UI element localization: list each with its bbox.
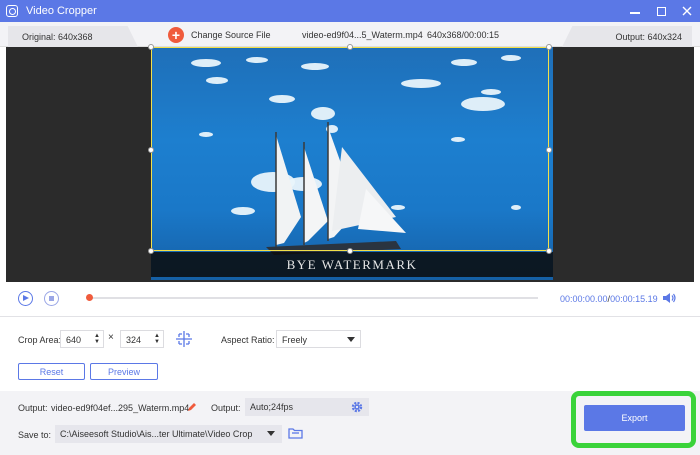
chevron-down-icon — [267, 431, 275, 436]
close-icon — [682, 6, 692, 16]
window-title: Video Cropper — [26, 5, 97, 17]
original-size-label: Original: 640x368 — [8, 26, 138, 47]
aspect-ratio-select[interactable]: Freely — [276, 330, 361, 348]
crop-handle-bottom-center[interactable] — [347, 248, 353, 254]
watermark-text: BYE WATERMARK — [286, 257, 418, 272]
watermark-bar: BYE WATERMARK — [151, 252, 553, 277]
title-bar: Video Cropper — [0, 0, 700, 22]
crop-area-label: Crop Area: — [18, 335, 62, 345]
timeline-playhead[interactable] — [86, 294, 93, 301]
crop-handle-bottom-left[interactable] — [148, 248, 154, 254]
crop-rectangle[interactable] — [151, 47, 549, 251]
reset-button[interactable]: Reset — [18, 363, 85, 380]
video-preview[interactable]: BYE WATERMARK — [6, 44, 694, 282]
minimize-icon — [630, 12, 640, 14]
output-filename: video-ed9f04ef...295_Waterm.mp4 — [51, 403, 190, 413]
output-filename-label: Output: — [18, 403, 48, 413]
timeline-track[interactable] — [88, 297, 538, 299]
current-time: 00:00:00.00 — [560, 294, 608, 304]
time-display: 00:00:00.00/00:00:15.19 — [560, 294, 658, 304]
crop-handle-middle-left[interactable] — [148, 147, 154, 153]
output-size-label: Output: 640x324 — [562, 26, 692, 47]
crop-width-input[interactable]: 640 ▲ ▼ — [60, 330, 104, 348]
divider — [0, 316, 700, 317]
crop-height-input[interactable]: 324 ▲ ▼ — [120, 330, 164, 348]
center-crop-icon[interactable] — [173, 328, 195, 350]
export-button[interactable]: Export — [584, 405, 685, 431]
maximize-button[interactable] — [654, 4, 668, 18]
save-path-select[interactable]: C:\Aiseesoft Studio\Ais...ter Ultimate\V… — [55, 425, 282, 443]
total-time: 00:00:15.19 — [610, 294, 658, 304]
folder-icon[interactable] — [288, 427, 303, 439]
crop-handle-top-right[interactable] — [546, 44, 552, 50]
minimize-button[interactable] — [628, 4, 642, 18]
stop-button[interactable] — [44, 291, 59, 306]
gear-icon[interactable] — [351, 401, 363, 413]
window-controls — [628, 0, 694, 22]
aspect-ratio-label: Aspect Ratio: — [221, 335, 275, 345]
source-filename: video-ed9f04...5_Waterm.mp4 — [302, 30, 423, 40]
output-format-value: Auto;24fps — [250, 402, 294, 412]
add-source-icon[interactable]: + — [168, 27, 184, 43]
save-path-value: C:\Aiseesoft Studio\Ais...ter Ultimate\V… — [60, 429, 253, 439]
chevron-down-icon — [347, 337, 355, 342]
crop-width-value: 640 — [66, 335, 82, 345]
crop-width-stepper-icon[interactable]: ▲ ▼ — [94, 333, 100, 345]
change-source-button[interactable]: Change Source File — [191, 30, 271, 40]
crop-handle-bottom-right[interactable] — [546, 248, 552, 254]
aspect-ratio-value: Freely — [282, 335, 308, 345]
source-file-info: 640x368/00:00:15 — [427, 30, 500, 40]
close-button[interactable] — [680, 4, 694, 18]
crop-handle-middle-right[interactable] — [546, 147, 552, 153]
output-format-label: Output: — [211, 403, 241, 413]
edit-icon[interactable] — [187, 402, 197, 412]
crop-height-value: 324 — [126, 335, 142, 345]
preview-button[interactable]: Preview — [90, 363, 158, 380]
play-button[interactable] — [18, 291, 33, 306]
times-sign: × — [108, 332, 114, 343]
maximize-icon — [656, 6, 666, 16]
video-cropper-icon — [6, 5, 18, 17]
save-to-label: Save to: — [18, 430, 52, 440]
crop-height-stepper-icon[interactable]: ▲ ▼ — [154, 333, 160, 345]
crop-handle-top-left[interactable] — [148, 44, 154, 50]
volume-icon[interactable] — [662, 292, 676, 304]
crop-handle-top-center[interactable] — [347, 44, 353, 50]
